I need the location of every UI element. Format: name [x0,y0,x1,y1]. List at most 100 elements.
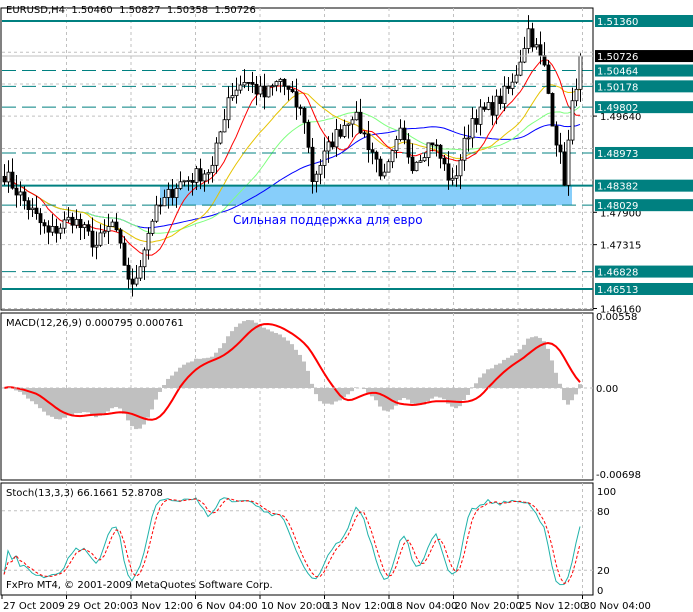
macd-histogram-bar [166,378,170,388]
macd-histogram-bar [54,388,58,419]
candle-body [82,224,87,228]
candle-body [18,191,23,196]
candle [238,75,243,94]
candle [134,265,139,287]
macd-histogram-bar [110,388,114,409]
candle-body [502,85,507,104]
candle [570,87,575,145]
macd-histogram-bar [150,388,154,410]
candle-body [262,85,267,98]
candle-body [354,111,359,121]
candle [458,154,463,190]
candle-body [166,189,171,198]
candle [462,126,467,171]
macd-histogram-bar [298,354,302,388]
candle-body [570,100,575,141]
candle-body [546,64,551,94]
candle-body [94,244,99,248]
candle [70,212,75,234]
candle-body [558,144,563,153]
candle-body [410,156,415,172]
candle [218,130,223,145]
candle [382,163,387,179]
macd-axis-label: 0.00558 [596,312,637,323]
macd-axis-label: 0.00 [596,384,618,395]
macd-histogram-bar [122,388,126,414]
macd-histogram-bar [266,329,270,388]
candle [454,165,459,187]
macd-histogram-bar [454,388,458,409]
candle-body [158,204,163,207]
candle [498,88,503,110]
candle-body [54,226,59,234]
macd-histogram-bar [290,344,294,388]
candle-body [498,95,503,104]
candle [410,143,415,174]
candle [530,22,535,52]
macd-histogram-bar [514,353,518,388]
candle [106,213,111,245]
candle-body [98,232,103,246]
current-price-tag: 1.50726 [597,52,638,63]
macd-histogram-bar [58,388,62,420]
candle-body [450,177,455,181]
candle [6,160,11,193]
candle [94,231,99,260]
candle-body [330,141,335,148]
macd-histogram-bar [234,326,238,388]
stoch-axis-label: 100 [597,487,616,498]
candle [222,109,227,133]
candle [266,85,271,98]
macd-histogram-bar [258,324,262,388]
candle [318,159,323,185]
macd-histogram-bar [254,322,258,388]
level-price-tag: 1.46828 [597,268,638,279]
macd-histogram-bar [130,388,134,427]
macd-histogram-bar [74,388,78,414]
candle [394,135,399,159]
time-label: 6 Nov 04:00 [197,601,258,612]
candle [126,257,131,289]
candle-body [266,85,271,98]
macd-histogram-bar [402,388,406,399]
macd-label: MACD(12,26,9) 0.000795 0.000761 [6,318,184,329]
candle-body [506,85,511,89]
candle [378,156,383,180]
macd-histogram-bar [418,388,422,406]
candle [298,104,303,116]
candle-body [470,118,475,139]
candle-body [362,132,367,135]
candle-body [418,160,423,163]
candle-body [282,78,287,87]
candle [470,107,475,148]
candle [366,121,371,163]
candle [522,36,527,64]
candle-body [414,161,419,172]
candle-body [578,55,583,90]
candle-body [150,220,155,234]
candle-body [214,142,219,166]
candle-body [442,157,447,165]
candle [406,133,411,164]
candle-body [130,278,135,285]
macd-histogram-bar [450,388,454,407]
candle [226,86,231,129]
candle-body [206,172,211,175]
macd-histogram-bar [302,361,306,388]
candle [234,77,239,104]
candle [26,197,31,220]
macd-histogram-bar [246,320,250,388]
metatrader-chart[interactable]: 27 Oct 2009 29 Oct 20:00 3 Nov 12:00 6 Nov … [0,0,693,612]
candle-body [70,216,75,226]
candle [534,37,539,50]
macd-histogram-bar [522,344,526,388]
candle-body [358,111,363,134]
candle [518,49,523,77]
candle-body [326,141,331,152]
macd-histogram-bar [94,388,98,418]
chart-canvas[interactable]: 27 Oct 2009 29 Oct 20:00 3 Nov 12:00 6 Nov … [0,0,693,612]
candle-body [146,232,151,251]
time-label: 3 Nov 12:00 [132,601,193,612]
candle-body [290,88,295,93]
macd-histogram-bar [310,383,314,388]
